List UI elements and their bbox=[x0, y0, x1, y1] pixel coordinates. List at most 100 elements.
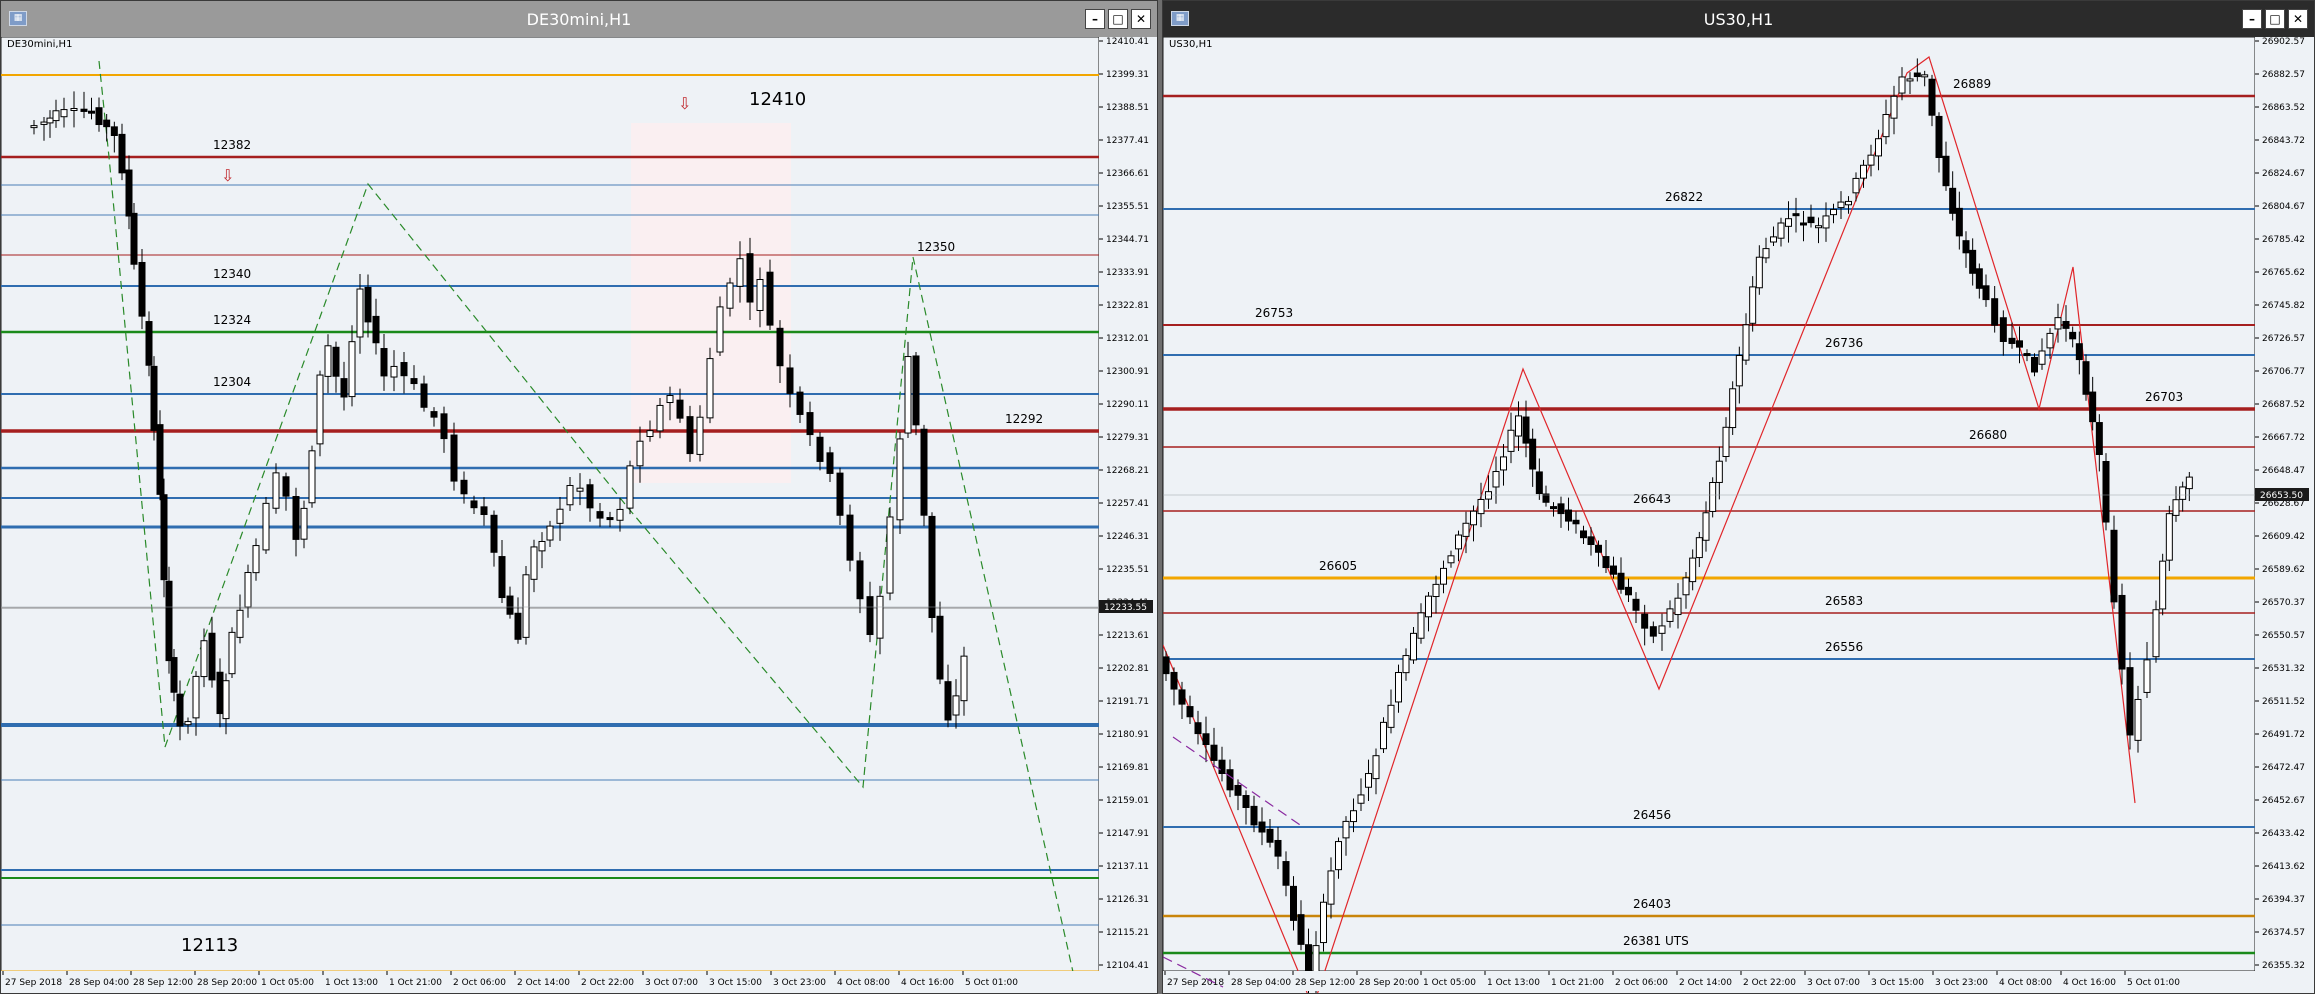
candle-body bbox=[160, 494, 168, 581]
sell-arrow-icon[interactable]: ⇩ bbox=[678, 94, 691, 113]
price-level-label: 26605 bbox=[1319, 559, 1357, 573]
price-axis-label: 26355.32 bbox=[2262, 961, 2305, 971]
price-axis-label: 26863.52 bbox=[2262, 103, 2305, 113]
candle-body bbox=[1595, 544, 1602, 553]
time-axis-label: 1 Oct 21:00 bbox=[1551, 978, 1604, 988]
candle-body bbox=[904, 356, 912, 434]
candle-body bbox=[826, 452, 834, 474]
candle-body bbox=[1274, 839, 1282, 857]
candle-body bbox=[1867, 154, 1875, 166]
de30-chart-window[interactable]: ▦ DE30mini,H1 – □ ✕ DE30mini,H1 12382 1234… bbox=[0, 0, 1158, 994]
candle-body bbox=[1242, 795, 1250, 809]
candle-body bbox=[2143, 659, 2151, 693]
candle-body bbox=[1949, 187, 1957, 214]
candle-body bbox=[576, 487, 584, 492]
candle-body bbox=[522, 574, 530, 638]
candle-body bbox=[1462, 522, 1470, 537]
symbol-label: DE30mini,H1 bbox=[7, 39, 72, 50]
candle-body bbox=[1477, 498, 1485, 515]
candle-body bbox=[2069, 331, 2077, 340]
candle-body bbox=[1702, 512, 1710, 541]
candle-body bbox=[1186, 706, 1194, 718]
candle-body bbox=[596, 511, 604, 519]
price-axis-label: 12104.41 bbox=[1106, 961, 1149, 971]
time-axis-label: 1 Oct 21:00 bbox=[389, 978, 442, 988]
price-level-label: 12324 bbox=[213, 313, 251, 327]
time-axis-label: 3 Oct 23:00 bbox=[1935, 978, 1988, 988]
candle-body bbox=[2110, 529, 2118, 603]
candle-body bbox=[2152, 609, 2160, 658]
price-axis-label: 26902.57 bbox=[2262, 37, 2305, 47]
candle-body bbox=[696, 416, 704, 455]
candle-body bbox=[586, 484, 594, 509]
candle-body bbox=[1632, 598, 1640, 611]
minimize-button[interactable]: – bbox=[1085, 9, 1105, 29]
candle-body bbox=[1999, 317, 2007, 342]
time-axis-label: 4 Oct 16:00 bbox=[901, 978, 954, 988]
candle-body bbox=[324, 345, 332, 377]
candle-body bbox=[1282, 861, 1290, 886]
price-annotation: 12350 bbox=[917, 240, 955, 254]
price-level-label: 26583 bbox=[1825, 594, 1863, 608]
candle-body bbox=[1170, 671, 1178, 690]
time-axis-label: 5 Oct 01:00 bbox=[965, 978, 1018, 988]
price-axis-label: 12235.51 bbox=[1106, 565, 1149, 575]
candle-body bbox=[430, 411, 438, 418]
price-axis-label: 26413.62 bbox=[2262, 862, 2305, 872]
candle-body bbox=[1357, 794, 1365, 804]
us30-chart-window[interactable]: ▦ US30,H1 – □ ✕ US30,H1 26889 26822 26753 26… bbox=[1162, 0, 2315, 994]
candle-body bbox=[726, 282, 734, 309]
price-axis bbox=[2255, 37, 2311, 991]
price-axis-label: 26745.82 bbox=[2262, 301, 2305, 311]
candle-body bbox=[364, 286, 372, 323]
candle-body bbox=[1742, 324, 1750, 361]
candle-body bbox=[920, 428, 928, 516]
candle-body bbox=[2062, 320, 2070, 329]
candle-body bbox=[470, 500, 478, 509]
candle-body bbox=[208, 632, 216, 681]
candle-body bbox=[816, 436, 824, 462]
price-level-label: 12340 bbox=[213, 267, 251, 281]
candle-body bbox=[1335, 841, 1342, 871]
maximize-button[interactable]: □ bbox=[2265, 9, 2285, 29]
candle-body bbox=[1372, 755, 1380, 780]
candle-body bbox=[952, 695, 960, 716]
candle-body bbox=[1602, 556, 1610, 569]
candle-body bbox=[928, 515, 936, 618]
close-button[interactable]: ✕ bbox=[2288, 9, 2308, 29]
us30-price-chart[interactable]: US30,H1 26889 26822 26753 26736 26703 26680 266… bbox=[1163, 37, 2314, 993]
price-axis-label: 12202.81 bbox=[1106, 664, 1149, 674]
price-axis-label: 12279.31 bbox=[1106, 433, 1149, 443]
candle-body bbox=[184, 721, 192, 726]
sell-arrow-icon[interactable]: ⇩ bbox=[221, 166, 234, 185]
candle-body bbox=[538, 540, 546, 552]
candle-body bbox=[2118, 594, 2126, 670]
minimize-button[interactable]: – bbox=[2242, 9, 2262, 29]
candle-body bbox=[1837, 201, 1845, 209]
time-axis-label: 2 Oct 22:00 bbox=[581, 978, 634, 988]
candle-body bbox=[736, 258, 744, 287]
de30-price-chart[interactable]: DE30mini,H1 12382 12340 12324 12304 12292 1241… bbox=[1, 37, 1157, 993]
candle-body bbox=[1617, 572, 1625, 590]
close-button[interactable]: ✕ bbox=[1131, 9, 1151, 29]
maximize-button[interactable]: □ bbox=[1108, 9, 1128, 29]
price-axis-label: 26882.57 bbox=[2262, 70, 2305, 80]
candle-body bbox=[30, 125, 38, 129]
candle-body bbox=[60, 109, 68, 118]
price-level-label: 26736 bbox=[1825, 336, 1863, 350]
candle-body bbox=[1921, 74, 1929, 78]
candle-body bbox=[2179, 486, 2187, 500]
time-axis-label: 3 Oct 15:00 bbox=[1871, 978, 1924, 988]
candle-body bbox=[372, 315, 380, 344]
candle-body bbox=[1715, 460, 1723, 483]
candle-body bbox=[1447, 555, 1455, 564]
candle-body bbox=[1890, 95, 1898, 119]
candle-body bbox=[130, 212, 138, 265]
price-level-label: 26822 bbox=[1665, 190, 1703, 204]
candle-body bbox=[1485, 491, 1492, 500]
price-chart-area[interactable]: US30,H1 26889 26822 26753 26736 26703 26680 266… bbox=[1163, 37, 2314, 993]
candle-body bbox=[1991, 298, 1999, 326]
title-bar[interactable]: ▦ US30,H1 – □ ✕ bbox=[1163, 1, 2314, 37]
price-chart-area[interactable]: DE30mini,H1 12382 12340 12324 12304 12292 1241… bbox=[1, 37, 1157, 993]
title-bar[interactable]: ▦ DE30mini,H1 – □ ✕ bbox=[1, 1, 1157, 37]
